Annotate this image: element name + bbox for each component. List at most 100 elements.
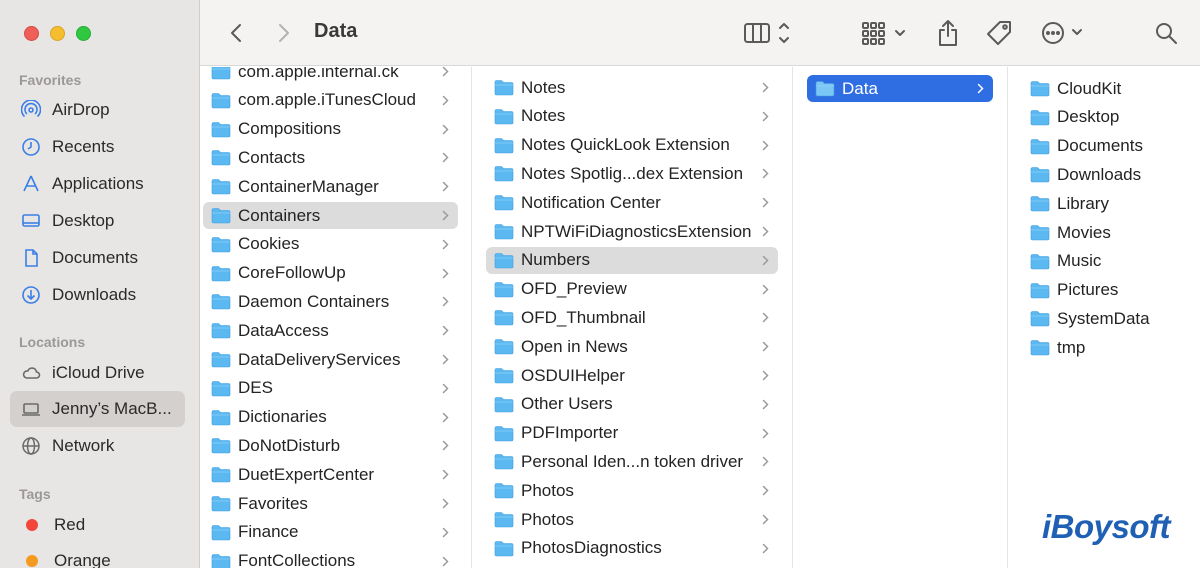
folder-icon [211, 265, 231, 281]
folder-icon [211, 524, 231, 541]
list-item[interactable]: Notes [486, 103, 778, 130]
list-item[interactable]: Containers [203, 202, 458, 229]
forward-button[interactable] [272, 18, 296, 48]
list-item[interactable]: com.apple.internal.ck [203, 67, 458, 85]
list-item[interactable]: Contacts [203, 144, 458, 171]
list-item-label: Notes QuickLook Extension [521, 135, 730, 155]
back-button[interactable] [224, 18, 248, 48]
sidebar-item-downloads[interactable]: Downloads [10, 277, 185, 313]
list-item[interactable]: Notes [486, 74, 778, 101]
sidebar-item-icloud-drive[interactable]: iCloud Drive [10, 355, 185, 391]
chevron-right-icon [762, 399, 772, 410]
list-item[interactable]: Downloads [1022, 161, 1192, 188]
list-item-label: tmp [1057, 337, 1086, 357]
list-item[interactable]: Library [1022, 190, 1192, 217]
sidebar-item-tag-red[interactable]: Red [10, 507, 185, 543]
column-view-icon [744, 23, 789, 43]
applications-icon [20, 173, 42, 195]
list-item[interactable]: OSDUIHelper [486, 362, 778, 389]
list-item[interactable]: OFD_Thumbnail [486, 304, 778, 331]
list-item[interactable]: Data [807, 75, 993, 102]
sidebar-item-label: Documents [52, 248, 138, 267]
list-item[interactable]: DataDeliveryServices [203, 346, 458, 373]
group-button[interactable] [860, 18, 910, 48]
list-item[interactable]: NPTWiFiDiagnosticsExtension [486, 218, 778, 245]
sidebar-item-documents[interactable]: Documents [10, 240, 185, 276]
list-item-label: CoreFollowUp [238, 263, 346, 283]
tags-heading: Tags [19, 486, 51, 502]
sidebar-item-label: Desktop [52, 211, 115, 230]
list-item[interactable]: Numbers [486, 246, 778, 274]
list-item-label: SystemData [1057, 308, 1150, 328]
close-window-button[interactable] [24, 26, 39, 41]
list-item[interactable]: DataAccess [203, 317, 458, 344]
list-item[interactable]: com.apple.iTunesCloud [203, 87, 458, 114]
sidebar-item-macbook[interactable]: Jenny’s MacB... [10, 391, 185, 427]
list-item[interactable]: Other Users [486, 391, 778, 418]
tag-button[interactable] [984, 18, 1014, 48]
list-item[interactable]: ContainerManager [203, 173, 458, 200]
list-item[interactable]: PDFImporter [486, 420, 778, 447]
list-item[interactable]: tmp [1022, 334, 1192, 361]
list-item[interactable]: Documents [1022, 133, 1192, 160]
watermark-logo: iBoysoft [1042, 508, 1171, 545]
list-item-label: Photos [521, 480, 574, 500]
folder-icon [494, 512, 514, 528]
list-item[interactable]: Personal Iden...n token driver [486, 448, 778, 475]
sidebar-item-tag-orange[interactable]: Orange [10, 543, 185, 568]
globe-icon [20, 435, 42, 457]
list-item[interactable]: CoreFollowUp [203, 260, 458, 287]
list-item[interactable]: Favorites [203, 490, 458, 517]
list-item[interactable]: Notes QuickLook Extension [486, 132, 778, 159]
sidebar-item-recents[interactable]: Recents [10, 129, 185, 165]
list-item[interactable]: OFD_Preview [486, 276, 778, 303]
sidebar-item-network[interactable]: Network [10, 428, 185, 464]
folder-icon [211, 380, 231, 397]
list-item[interactable]: Desktop [1022, 104, 1192, 131]
list-item-label: Daemon Containers [238, 291, 390, 311]
more-actions-button[interactable] [1040, 18, 1090, 48]
list-item[interactable]: FontCollections [203, 548, 458, 568]
list-item-label: Downloads [1057, 164, 1142, 184]
list-item[interactable]: CloudKit [1022, 75, 1192, 102]
folder-icon [494, 195, 514, 211]
list-item[interactable]: DoNotDisturb [203, 432, 458, 459]
list-item-label: Notes [521, 77, 566, 97]
list-item[interactable]: Movies [1022, 219, 1192, 246]
list-item[interactable]: Finance [203, 519, 458, 546]
sidebar-item-airdrop[interactable]: AirDrop [10, 92, 185, 128]
chevron-right-icon [442, 239, 452, 250]
list-item[interactable]: Music [1022, 248, 1192, 275]
list-item[interactable]: DuetExpertCenter [203, 461, 458, 488]
folder-icon [1030, 282, 1050, 298]
list-item[interactable]: SystemData [1022, 305, 1192, 332]
list-item[interactable]: DES [203, 375, 458, 402]
folder-icon [494, 540, 514, 557]
list-item[interactable]: Dictionaries [203, 404, 458, 431]
list-item[interactable]: Photos [486, 477, 778, 504]
folder-icon [494, 166, 514, 182]
list-item[interactable]: Notes Spotlig...dex Extension [486, 160, 778, 187]
list-item[interactable]: Open in News [486, 333, 778, 360]
list-item[interactable]: Compositions [203, 116, 458, 143]
minimize-window-button[interactable] [50, 26, 65, 41]
folder-icon [1030, 196, 1050, 212]
sidebar-item-applications[interactable]: Applications [10, 166, 185, 202]
sidebar-item-desktop[interactable]: Desktop [10, 203, 185, 239]
list-item[interactable]: PhotosDiagnostics [486, 535, 778, 562]
chevron-right-icon [442, 412, 452, 423]
list-item[interactable]: Notification Center [486, 189, 778, 216]
list-item[interactable]: Pictures [1022, 277, 1192, 304]
list-item[interactable]: Photos [486, 506, 778, 533]
chevron-right-icon [442, 152, 452, 163]
share-button[interactable] [935, 18, 961, 48]
folder-icon [815, 81, 835, 97]
search-button[interactable] [1153, 18, 1179, 48]
zoom-window-button[interactable] [76, 26, 91, 41]
list-item[interactable]: Cookies [203, 231, 458, 258]
chevron-right-icon [442, 556, 452, 567]
view-options-button[interactable] [743, 18, 795, 48]
list-item-label: com.apple.iTunesCloud [238, 90, 416, 110]
folder-icon [211, 236, 231, 253]
list-item[interactable]: Daemon Containers [203, 288, 458, 315]
